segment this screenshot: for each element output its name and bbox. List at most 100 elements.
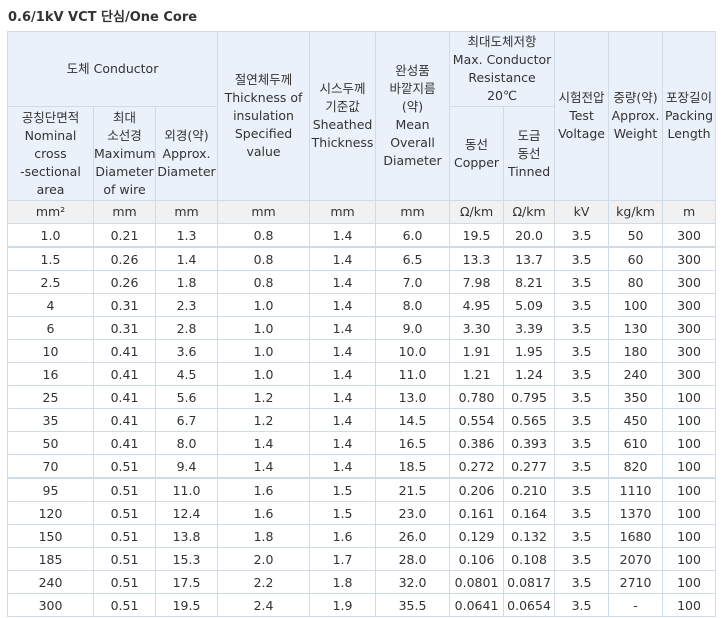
unit-cell: kV xyxy=(554,200,610,224)
table-cell: 3.5 xyxy=(554,246,610,271)
header-max-wire-diameter: 최대 소선경 Maximum Diameter of wire xyxy=(93,106,156,201)
header-resistance: 최대도체저항 Max. Conductor Resistance 20℃ xyxy=(449,31,556,107)
table-cell: 19.5 xyxy=(154,593,219,617)
table-cell: 820 xyxy=(608,454,664,479)
table-cell: 0.41 xyxy=(93,431,156,455)
table-cell: 3.5 xyxy=(554,362,610,386)
table-cell: 1.4 xyxy=(309,431,377,455)
header-sheath: 시스두께 기준값 Sheathed Thickness xyxy=(309,31,377,201)
table-cell: 0.0641 xyxy=(449,593,505,617)
header-copper: 동선 Copper xyxy=(449,106,505,201)
header-test-voltage: 시험전압 Test Voltage xyxy=(554,31,610,201)
table-cell: 0.132 xyxy=(503,524,556,548)
header-packing: 포장길이 Packing Length xyxy=(662,31,717,201)
table-cell: 10.0 xyxy=(375,339,451,363)
table-cell: 100 xyxy=(662,593,717,617)
table-cell: 13.8 xyxy=(154,524,219,548)
table-cell: 1.4 xyxy=(154,246,219,271)
table-row: 25 0.41 5.6 1.2 1.4 13.0 0.780 0.795 3.5 350 100 xyxy=(7,385,717,409)
table-cell: 300 xyxy=(662,223,717,248)
table-cell: 0.51 xyxy=(93,593,156,617)
table-cell: 100 xyxy=(608,293,664,317)
table-cell: 350 xyxy=(608,385,664,409)
table-cell: 100 xyxy=(662,501,717,525)
table-cell: 1.6 xyxy=(309,524,377,548)
table-cell: 2.4 xyxy=(217,593,311,617)
unit-cell: m xyxy=(662,200,717,224)
table-cell: 23.0 xyxy=(375,501,451,525)
table-cell: 130 xyxy=(608,316,664,340)
table-row: 150 0.51 13.8 1.8 1.6 26.0 0.129 0.132 3.5 1680 10… xyxy=(7,524,717,548)
table-cell: 2070 xyxy=(608,547,664,571)
table-cell: 13.3 xyxy=(449,246,505,271)
table-cell: 100 xyxy=(662,454,717,479)
table-cell: 1.6 xyxy=(217,477,311,502)
table-cell: 16.5 xyxy=(375,431,451,455)
table-cell: 1.5 xyxy=(7,246,94,271)
table-cell: 1.5 xyxy=(309,501,377,525)
spec-table: 도체 Conductor 절연체두께 Thickness of insulati… xyxy=(6,31,717,617)
header-nominal-area: 공칭단면적 Nominal cross -sectional area xyxy=(7,106,94,201)
table-cell: 300 xyxy=(662,270,717,294)
table-cell: 13.7 xyxy=(503,246,556,271)
table-cell: 1.24 xyxy=(503,362,556,386)
table-header: 도체 Conductor 절연체두께 Thickness of insulati… xyxy=(6,31,717,224)
table-cell: 0.780 xyxy=(449,385,505,409)
unit-cell: Ω/km xyxy=(503,200,556,224)
table-cell: 100 xyxy=(662,524,717,548)
table-cell: - xyxy=(608,593,664,617)
table-cell: 3.5 xyxy=(554,524,610,548)
table-cell: 1.8 xyxy=(217,524,311,548)
table-cell: 3.5 xyxy=(554,454,610,479)
table-cell: 1.0 xyxy=(217,316,311,340)
units-row: mm² mm mm mm mm mm Ω/km Ω/km kV kg/km m xyxy=(7,200,717,224)
table-cell: 3.5 xyxy=(554,570,610,594)
table-body: 1.0 0.21 1.3 0.8 1.4 6.0 19.5 20.0 3.5 50 300 1.5 0.… xyxy=(7,223,717,617)
table-cell: 5.6 xyxy=(154,385,219,409)
table-cell: 7.0 xyxy=(375,270,451,294)
table-cell: 0.8 xyxy=(217,223,311,248)
table-cell: 28.0 xyxy=(375,547,451,571)
unit-cell: mm xyxy=(309,200,377,224)
table-cell: 2710 xyxy=(608,570,664,594)
table-cell: 3.5 xyxy=(554,385,610,409)
table-cell: 0.164 xyxy=(503,501,556,525)
table-cell: 1.3 xyxy=(154,223,219,248)
table-cell: 1.8 xyxy=(154,270,219,294)
table-cell: 11.0 xyxy=(375,362,451,386)
table-cell: 21.5 xyxy=(375,477,451,502)
table-cell: 11.0 xyxy=(154,477,219,502)
table-cell: 1.6 xyxy=(217,501,311,525)
table-cell: 26.0 xyxy=(375,524,451,548)
table-cell: 0.0654 xyxy=(503,593,556,617)
table-row: 4 0.31 2.3 1.0 1.4 8.0 4.95 5.09 3.5 100 300 xyxy=(7,293,717,317)
table-cell: 1.4 xyxy=(217,431,311,455)
table-cell: 3.5 xyxy=(554,316,610,340)
table-cell: 4 xyxy=(7,293,94,317)
table-cell: 1.4 xyxy=(309,223,377,248)
table-cell: 1.0 xyxy=(217,362,311,386)
table-cell: 0.210 xyxy=(503,477,556,502)
table-cell: 1.2 xyxy=(217,408,311,432)
table-cell: 100 xyxy=(662,431,717,455)
table-cell: 3.5 xyxy=(554,431,610,455)
table-cell: 3.39 xyxy=(503,316,556,340)
table-cell: 4.95 xyxy=(449,293,505,317)
table-cell: 50 xyxy=(608,223,664,248)
table-cell: 15.3 xyxy=(154,547,219,571)
table-cell: 17.5 xyxy=(154,570,219,594)
table-cell: 4.5 xyxy=(154,362,219,386)
table-cell: 6 xyxy=(7,316,94,340)
table-cell: 1680 xyxy=(608,524,664,548)
table-row: 35 0.41 6.7 1.2 1.4 14.5 0.554 0.565 3.5 450 100 xyxy=(7,408,717,432)
table-cell: 8.0 xyxy=(375,293,451,317)
table-cell: 50 xyxy=(7,431,94,455)
table-cell: 1.4 xyxy=(309,339,377,363)
table-cell: 19.5 xyxy=(449,223,505,248)
table-cell: 32.0 xyxy=(375,570,451,594)
table-cell: 3.6 xyxy=(154,339,219,363)
table-cell: 6.5 xyxy=(375,246,451,271)
table-cell: 0.0817 xyxy=(503,570,556,594)
table-cell: 0.26 xyxy=(93,270,156,294)
table-cell: 0.277 xyxy=(503,454,556,479)
